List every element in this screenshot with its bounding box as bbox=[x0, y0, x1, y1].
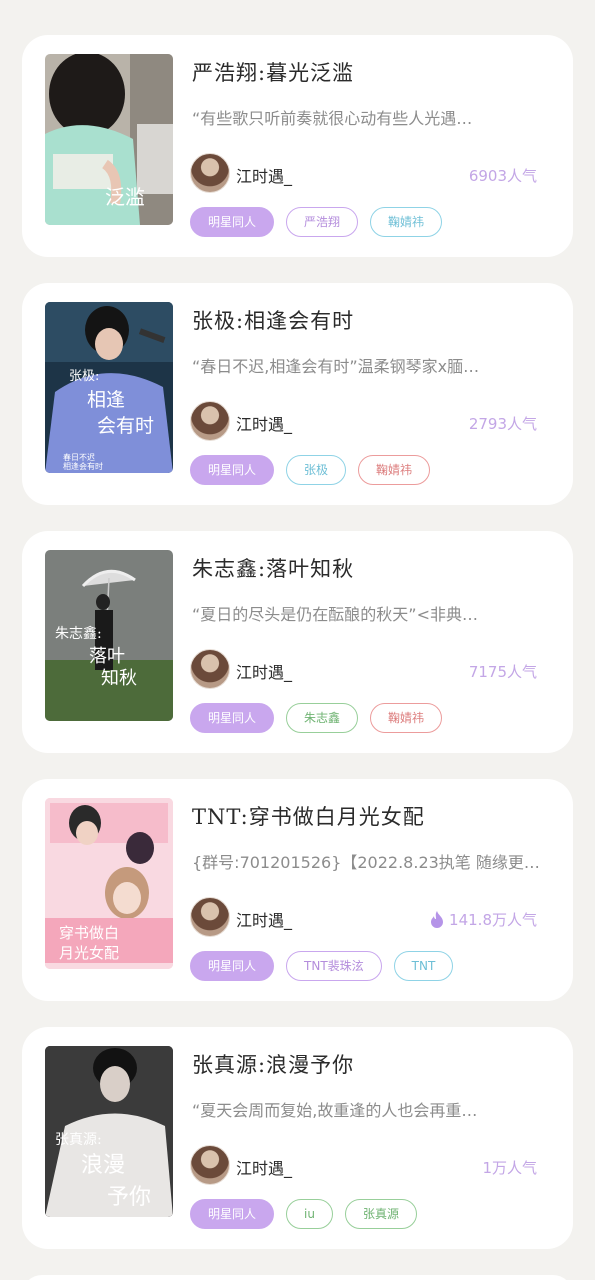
cover-caption: 落叶 bbox=[89, 646, 125, 667]
cover-caption: 张极: bbox=[69, 369, 99, 384]
book-title[interactable]: 朱志鑫:落叶知秋 bbox=[192, 553, 354, 583]
popularity-text: 2793人气 bbox=[468, 415, 537, 433]
cover-caption: 予你 bbox=[107, 1185, 151, 1210]
book-description: “有些歌只听前奏就很心动有些人光遇… bbox=[192, 109, 473, 128]
book-card[interactable]: 张真源: 浪漫 予你 张真源:浪漫予你 “夏天会周而复始,故重逢的人也会再重… … bbox=[22, 1027, 573, 1249]
tag[interactable]: TNT bbox=[393, 951, 454, 981]
author-name[interactable]: 江时遇_ bbox=[236, 659, 292, 683]
tag[interactable]: 明星同人 bbox=[190, 207, 275, 237]
tag-list: 明星同人 TNT裴珠泫 TNT bbox=[190, 951, 454, 981]
tag[interactable]: 鞠婧祎 bbox=[370, 703, 443, 733]
tag-list: 明星同人 张极 鞠婧祎 bbox=[190, 455, 431, 485]
cover-caption: 春日不迟 bbox=[63, 452, 95, 462]
tag[interactable]: 鞠婧祎 bbox=[370, 207, 443, 237]
book-title[interactable]: 严浩翔:暮光泛滥 bbox=[192, 57, 354, 87]
tag[interactable]: 明星同人 bbox=[190, 951, 275, 981]
book-title[interactable]: TNT:穿书做白月光女配 bbox=[192, 801, 425, 831]
book-card[interactable]: 朱志鑫: 落叶 知秋 朱志鑫:落叶知秋 “夏日的尽头是仍在酝酿的秋天”<非典… … bbox=[22, 531, 573, 753]
tag[interactable]: iu bbox=[286, 1199, 333, 1229]
tag[interactable]: 严浩翔 bbox=[286, 207, 359, 237]
book-card[interactable]: 泛滥 严浩翔:暮光泛滥 “有些歌只听前奏就很心动有些人光遇… 江时遇_ 6903… bbox=[22, 35, 573, 257]
popularity-text: 1万人气 bbox=[482, 1159, 537, 1177]
tag[interactable]: TNT裴珠泫 bbox=[286, 951, 382, 981]
tag-list: 明星同人 朱志鑫 鞠婧祎 bbox=[190, 703, 443, 733]
cover-caption: 泛滥 bbox=[105, 185, 145, 209]
book-title[interactable]: 张极:相逢会有时 bbox=[192, 305, 354, 335]
tag[interactable]: 鞠婧祎 bbox=[358, 455, 431, 485]
author-name[interactable]: 江时遇_ bbox=[236, 1155, 292, 1179]
tag[interactable]: 朱志鑫 bbox=[286, 703, 359, 733]
author-name[interactable]: 江时遇_ bbox=[236, 411, 292, 435]
popularity-text: 141.8万人气 bbox=[449, 911, 537, 929]
book-description: “夏日的尽头是仍在酝酿的秋天”<非典… bbox=[192, 605, 478, 624]
author-avatar[interactable] bbox=[190, 153, 230, 193]
cover-caption: 相逢会有时 bbox=[63, 461, 103, 471]
tag[interactable]: 明星同人 bbox=[190, 1199, 275, 1229]
popularity-count: 1万人气 bbox=[482, 1157, 537, 1178]
popularity-count: 7175人气 bbox=[469, 661, 537, 682]
book-cover[interactable]: 张极: 相逢 会有时 春日不迟 相逢会有时 bbox=[45, 302, 173, 473]
tag-list: 明星同人 严浩翔 鞠婧祎 bbox=[190, 207, 443, 237]
cover-caption: 相逢 bbox=[87, 389, 125, 411]
tag[interactable]: 张真源 bbox=[344, 1199, 417, 1229]
tag[interactable]: 明星同人 bbox=[190, 703, 275, 733]
popularity-count: 141.8万人气 bbox=[429, 909, 537, 930]
cover-caption: 张真源: bbox=[55, 1132, 102, 1148]
book-cover[interactable]: 泛滥 bbox=[45, 54, 173, 225]
cover-caption: 会有时 bbox=[97, 415, 154, 437]
book-card[interactable]: 张极: 相逢 会有时 春日不迟 相逢会有时 张极:相逢会有时 “春日不迟,相逢会… bbox=[22, 283, 573, 505]
tag[interactable]: 张极 bbox=[286, 455, 347, 485]
cover-caption: 穿书做白 bbox=[59, 924, 119, 942]
book-cover[interactable]: 穿书做白 月光女配 bbox=[45, 798, 173, 969]
cover-caption: 浪漫 bbox=[81, 1153, 125, 1178]
book-description: “春日不迟,相逢会有时”温柔钢琴家x腼… bbox=[192, 357, 480, 376]
book-title[interactable]: 张真源:浪漫予你 bbox=[192, 1049, 354, 1079]
cover-caption: 月光女配 bbox=[59, 944, 119, 962]
tag-list: 明星同人 iu 张真源 bbox=[190, 1199, 417, 1229]
cover-caption: 朱志鑫: bbox=[55, 625, 102, 642]
cover-caption: 知秋 bbox=[101, 668, 137, 689]
book-card-partial[interactable] bbox=[22, 1275, 573, 1280]
book-card[interactable]: 穿书做白 月光女配 TNT:穿书做白月光女配 {群号:701201526}【20… bbox=[22, 779, 573, 1001]
book-description: “夏天会周而复始,故重逢的人也会再重… bbox=[192, 1101, 478, 1120]
popularity-count: 2793人气 bbox=[469, 413, 537, 434]
author-avatar[interactable] bbox=[190, 649, 230, 689]
book-description: {群号:701201526}【2022.8.23执笔 随缘更】(… bbox=[192, 853, 542, 872]
popularity-text: 6903人气 bbox=[468, 167, 537, 185]
tag[interactable]: 明星同人 bbox=[190, 455, 275, 485]
author-name[interactable]: 江时遇_ bbox=[236, 907, 292, 931]
book-cover[interactable]: 张真源: 浪漫 予你 bbox=[45, 1046, 173, 1217]
popularity-text: 7175人气 bbox=[468, 663, 537, 681]
author-avatar[interactable] bbox=[190, 897, 230, 937]
book-cover[interactable]: 朱志鑫: 落叶 知秋 bbox=[45, 550, 173, 721]
author-name[interactable]: 江时遇_ bbox=[236, 163, 292, 187]
author-avatar[interactable] bbox=[190, 1145, 230, 1185]
popularity-count: 6903人气 bbox=[469, 165, 537, 186]
flame-icon bbox=[431, 910, 444, 928]
author-avatar[interactable] bbox=[190, 401, 230, 441]
